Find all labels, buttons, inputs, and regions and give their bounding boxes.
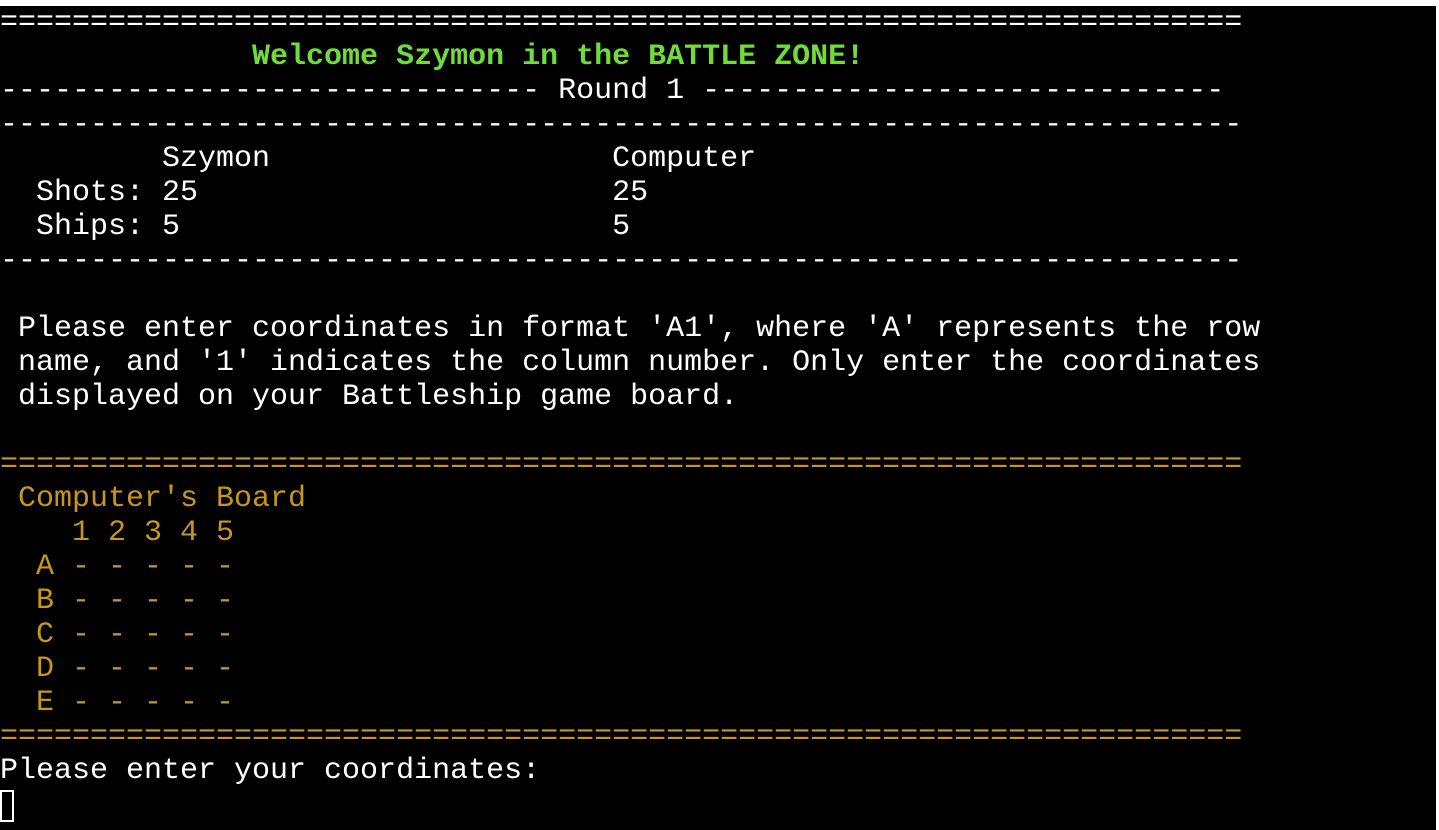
- instructions-line-1: Please enter coordinates in format 'A1',…: [0, 312, 1261, 346]
- board-column-header: 1 2 3 4 5: [0, 516, 235, 550]
- board-row-d: D - - - - -: [0, 652, 235, 686]
- welcome-title: Welcome Szymon in the BATTLE ZONE!: [0, 40, 865, 74]
- coordinates-prompt: Please enter your coordinates:: [0, 754, 541, 788]
- round-indicator: ------------------------------ Round 1 -…: [0, 74, 1225, 108]
- header-rule: ----------------------------------------…: [0, 108, 1243, 142]
- scoreboard-player-names: Szymon Computer: [0, 142, 757, 176]
- terminal-window: ========================================…: [0, 6, 1436, 830]
- instructions-line-3: displayed on your Battleship game board.: [0, 380, 739, 414]
- board-row-c: C - - - - -: [0, 618, 235, 652]
- instructions-line-2: name, and '1' indicates the column numbe…: [0, 346, 1261, 380]
- board-row-e: E - - - - -: [0, 686, 235, 720]
- board-top-rule: ========================================…: [0, 448, 1243, 482]
- header-top-rule: ========================================…: [0, 6, 1243, 40]
- scoreboard-shots: Shots: 25 25: [0, 176, 649, 210]
- board-row-b: B - - - - -: [0, 584, 235, 618]
- board-bottom-rule: ========================================…: [0, 720, 1243, 754]
- board-row-a: A - - - - -: [0, 550, 235, 584]
- scoreboard-ships: Ships: 5 5: [0, 210, 631, 244]
- scoreboard-bottom-rule: ----------------------------------------…: [0, 244, 1243, 278]
- board-title: Computer's Board: [0, 482, 307, 516]
- text-cursor-input[interactable]: [0, 790, 14, 822]
